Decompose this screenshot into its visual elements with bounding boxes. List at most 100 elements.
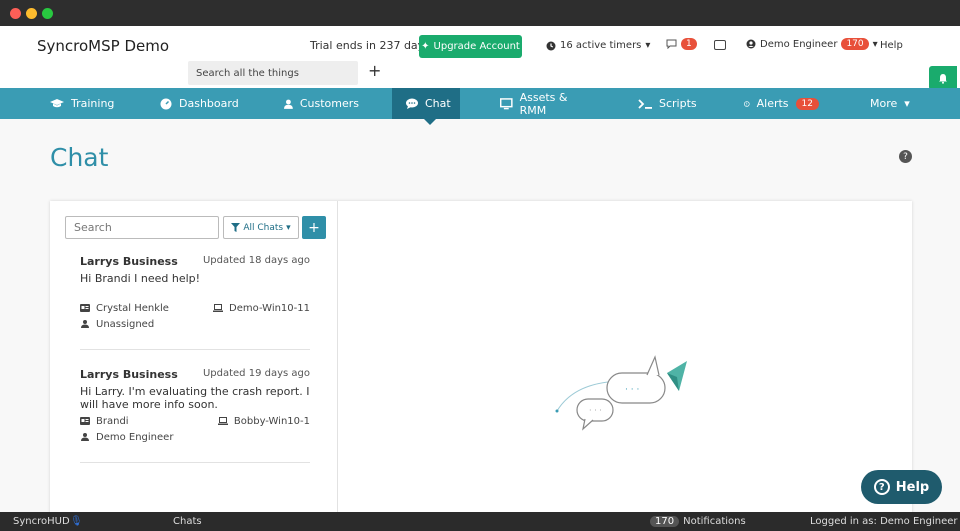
nav-label: Training [71,97,115,110]
conversation-message: Hi Brandi I need help! [80,272,201,285]
nav-item-chat[interactable]: Chat [392,88,460,119]
chat-list: Search All Chats ▾ + Larrys Business Upd… [50,201,338,512]
conversation-assignee: Demo Engineer [96,432,174,443]
chat-panel: Search All Chats ▾ + Larrys Business Upd… [50,201,912,512]
contact-card-icon [80,304,90,312]
messages-indicator[interactable]: 1 [666,38,697,50]
divider [80,462,310,463]
conversation-contact[interactable]: Crystal Henkle [96,303,169,314]
user-badge: 170 [841,38,869,50]
monitor-icon [500,97,513,109]
upgrade-account-button[interactable]: ✦ Upgrade Account [419,35,522,58]
global-search-input[interactable]: Search all the things [188,61,358,85]
caret-down-icon: ▾ [286,222,291,233]
plus-icon[interactable]: + [368,63,381,79]
all-chats-filter-dropdown[interactable]: All Chats ▾ [223,216,299,239]
question-circle-icon: ? [873,479,890,495]
user-icon [284,99,293,109]
nav-item-dashboard[interactable]: Dashboard [160,88,240,119]
conversation-assignee: Unassigned [96,319,155,330]
nav-label: Customers [299,97,359,110]
contact-card-icon [80,417,90,425]
app-container: SyncroMSP Demo Trial ends in 237 days ✦ … [0,26,960,512]
top-header: SyncroMSP Demo Trial ends in 237 days ✦ … [0,26,960,90]
help-link[interactable]: Help [880,40,903,51]
alert-icon [744,100,750,107]
filter-label: All Chats [243,222,284,233]
trial-notice: Trial ends in 237 days [310,39,430,52]
maximize-window-button[interactable] [42,8,53,19]
alerts-count-badge: 12 [795,97,819,110]
page-title: Chat [50,143,109,172]
conversation-item[interactable]: Larrys Business Updated 18 days ago Hi B… [80,255,310,330]
brand-title[interactable]: SyncroMSP Demo [37,37,169,55]
syncrohud-label[interactable]: SyncroHUD [13,516,70,527]
nav-label: Dashboard [179,97,239,110]
active-nav-pointer [424,119,436,125]
upgrade-account-label: Upgrade Account [433,41,520,52]
conversation-contact[interactable]: Brandi [96,416,129,427]
conversation-item[interactable]: Larrys Business Updated 19 days ago Hi L… [80,368,310,443]
nav-label: Scripts [659,97,697,110]
caret-down-icon: ▾ [872,38,878,50]
chat-search-input[interactable]: Search [65,216,219,239]
user-name: Demo Engineer [760,38,838,50]
filter-icon [231,223,241,232]
graduation-cap-icon [50,98,64,107]
question-circle-icon[interactable]: ? [899,150,912,163]
divider [80,349,310,350]
terminal-icon [638,98,652,109]
main-nav: Training Dashboard Customers Chat Assets… [0,88,960,119]
chat-icon [406,98,418,109]
nav-item-scripts[interactable]: Scripts [638,88,698,119]
chat-empty-illustration-icon: · · · · · · [555,355,687,431]
notifications-label: Notifications [683,516,746,527]
notifications-bell-button[interactable] [929,66,957,90]
nav-item-alerts[interactable]: Alerts 12 [744,88,819,119]
sparkle-icon: ✦ [421,41,430,52]
svg-text:· · ·: · · · [589,406,602,415]
conversation-updated: Updated 19 days ago [202,368,310,379]
clock-icon [546,41,556,50]
conversation-business: Larrys Business [80,255,178,268]
conversation-updated: Updated 18 days ago [202,255,310,266]
status-bar: SyncroHUD 🎙 Chats 170 Notifications Logge… [0,512,960,531]
nav-label: Chat [425,97,451,110]
nav-item-customers[interactable]: Customers [284,88,359,119]
bell-icon [939,73,947,84]
nav-item-more[interactable]: More ▾ [870,88,920,119]
active-timers-dropdown[interactable]: 16 active timers ▾ [546,40,650,51]
nav-item-training[interactable]: Training [50,88,120,119]
user-menu[interactable]: Demo Engineer 170 ▾ [746,38,878,50]
help-fab-label: Help [895,479,930,495]
conversation-message: Hi Larry. I'm evaluating the crash repor… [80,385,310,411]
messages-count-badge: 1 [681,38,697,50]
notifications-status[interactable]: 170 Notifications [650,516,746,527]
dashboard-icon [160,98,172,109]
nav-label: Assets & RMM [519,90,568,117]
close-window-button[interactable] [10,8,21,19]
notifications-count-badge: 170 [650,516,680,527]
nav-label: More [870,97,898,110]
message-icon [666,39,677,49]
user-icon [81,433,89,441]
new-chat-button[interactable]: + [302,216,326,239]
active-timers-label: 16 active timers [560,40,642,51]
conversation-business: Larrys Business [80,368,178,381]
mic-muted-icon[interactable]: 🎙 [70,516,83,527]
user-icon [81,320,89,328]
help-floating-button[interactable]: ? Help [861,470,942,504]
caret-down-icon: ▾ [904,97,910,110]
svg-text:· · ·: · · · [625,385,639,395]
laptop-icon [217,417,228,425]
current-section-label: Chats [173,516,202,527]
nav-label: Alerts [756,97,789,110]
nav-item-assets-rmm[interactable]: Assets & RMM [500,88,595,119]
conversation-device[interactable]: Demo-Win10-11 [229,303,310,314]
window-titlebar [0,0,960,26]
minimize-window-button[interactable] [26,8,37,19]
conversation-device[interactable]: Bobby-Win10-1 [234,416,310,427]
laptop-icon [213,304,224,312]
caret-down-icon: ▾ [645,40,651,51]
id-card-icon[interactable] [714,40,726,50]
